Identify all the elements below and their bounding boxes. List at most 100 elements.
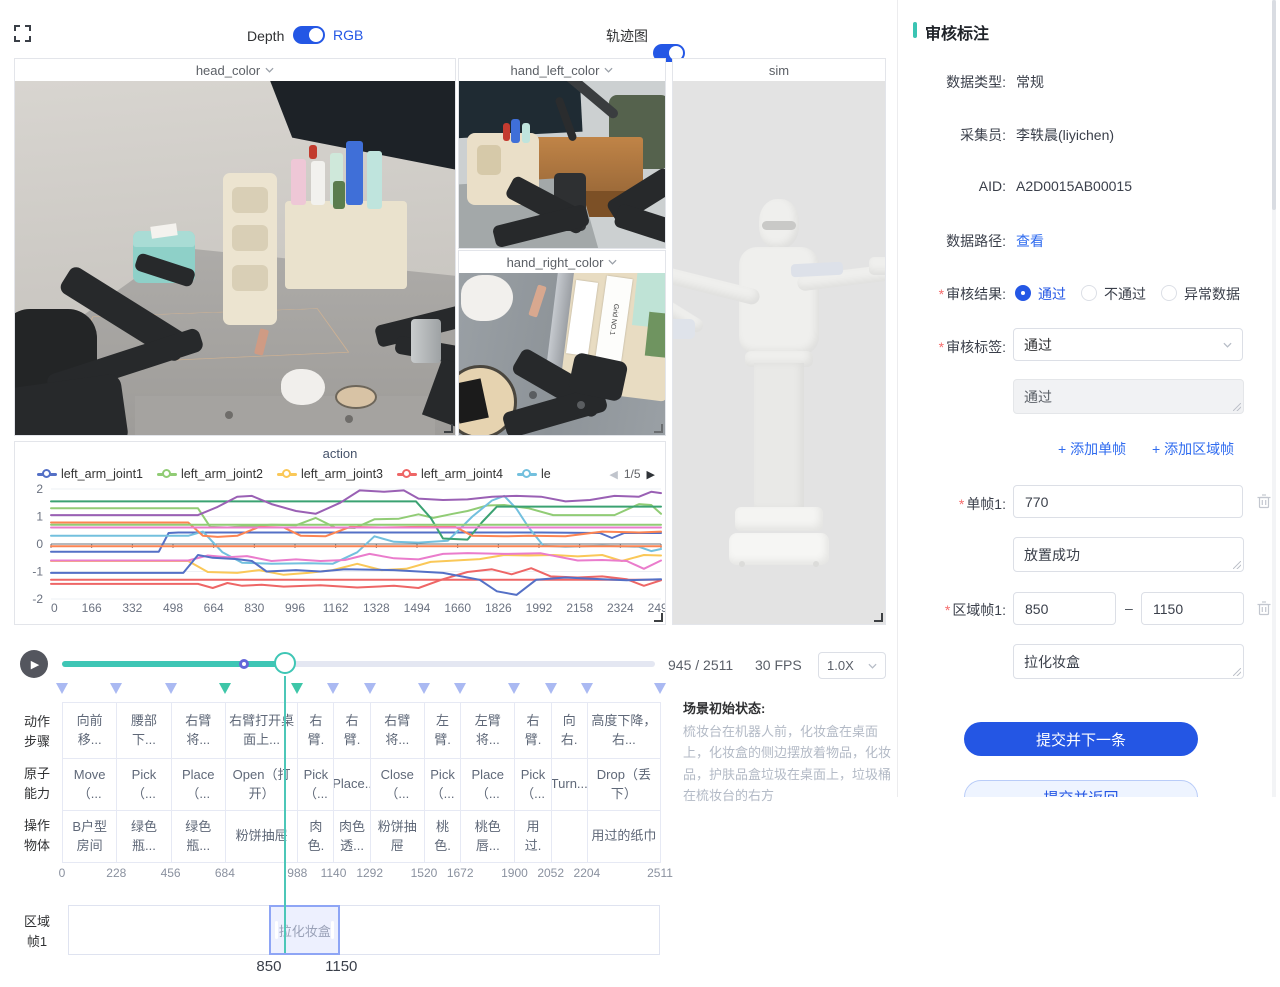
step-cell-r2-c6[interactable]: 粉饼抽屉 xyxy=(371,811,425,863)
step-cell-r0-c2[interactable]: 右臂将... xyxy=(172,703,226,759)
tag-note-textarea[interactable]: 通过 xyxy=(1013,379,1244,414)
timeline-marker-1672[interactable] xyxy=(454,683,466,694)
collector-label: 采集员: xyxy=(906,125,1006,145)
step-cell-r2-c11[interactable]: 用过的纸巾 xyxy=(588,811,661,863)
step-cell-r2-c5[interactable]: 肉色透... xyxy=(334,811,370,863)
step-cell-r0-c3[interactable]: 右臂打开桌面上... xyxy=(226,703,298,759)
head-resize-handle[interactable] xyxy=(444,424,453,433)
depth-rgb-toggle[interactable] xyxy=(293,26,325,44)
step-cell-r1-c0[interactable]: Move（... xyxy=(63,759,117,811)
step-cell-r0-c10[interactable]: 向右. xyxy=(552,703,588,759)
timeline-marker-1140[interactable] xyxy=(327,683,339,694)
region-end-value: 1150 xyxy=(325,958,357,975)
right-panel-scrollbar[interactable] xyxy=(1272,0,1276,797)
hand-left-camera-header[interactable]: hand_left_color xyxy=(459,59,665,81)
tag-select[interactable]: 通过 xyxy=(1013,328,1243,361)
delete-region-frame-icon[interactable] xyxy=(1256,600,1272,616)
timeline-marker-2511[interactable] xyxy=(654,683,666,694)
chart-resize-handle[interactable] xyxy=(654,613,663,622)
legend-item-left_arm_joint4[interactable]: left_arm_joint4 xyxy=(397,467,503,481)
step-cell-r0-c0[interactable]: 向前移... xyxy=(63,703,117,759)
speed-select[interactable]: 1.0X xyxy=(818,652,886,679)
submit-back-button[interactable]: 提交并返回 xyxy=(964,780,1198,797)
timeline-marker-1900[interactable] xyxy=(508,683,520,694)
step-cell-r2-c1[interactable]: 绿色瓶... xyxy=(117,811,171,863)
step-cell-r0-c7[interactable]: 左臂. xyxy=(425,703,461,759)
timeline-marker-2052[interactable] xyxy=(545,683,557,694)
step-cell-r1-c5[interactable]: Place.. xyxy=(334,759,370,811)
legend-next-icon[interactable]: ▶ xyxy=(647,468,655,481)
radio-pass-label[interactable]: 通过 xyxy=(1038,284,1066,304)
step-cell-r0-c4[interactable]: 右臂. xyxy=(298,703,334,759)
review-panel-title: 审核标注 xyxy=(925,20,989,44)
step-cell-r1-c8[interactable]: Place（... xyxy=(461,759,515,811)
timeline-marker-684[interactable] xyxy=(219,683,231,694)
single-frame-dot[interactable] xyxy=(239,659,249,669)
legend-item-left_arm_joint1[interactable]: left_arm_joint1 xyxy=(37,467,143,481)
step-cell-r2-c4[interactable]: 肉色. xyxy=(298,811,334,863)
timeline-marker-456[interactable] xyxy=(165,683,177,694)
timeline-marker-2204[interactable] xyxy=(581,683,593,694)
region-start-input[interactable]: 850 xyxy=(1013,592,1116,625)
region-note-textarea[interactable]: 拉化妆盒 xyxy=(1013,644,1244,679)
hand-right-camera-header[interactable]: hand_right_color xyxy=(459,251,665,273)
legend-item-le[interactable]: le xyxy=(517,467,551,481)
timeline-marker-1520[interactable] xyxy=(418,683,430,694)
play-button[interactable]: ▶ xyxy=(20,650,48,678)
svg-text:498: 498 xyxy=(163,601,183,615)
radio-fail[interactable] xyxy=(1081,285,1097,301)
single-frame-note-textarea[interactable]: 放置成功 xyxy=(1013,537,1244,572)
step-cell-r1-c9[interactable]: Pick（... xyxy=(515,759,551,811)
fullscreen-icon[interactable] xyxy=(14,25,31,42)
region-segment[interactable]: 拉化妆盒 xyxy=(269,905,340,955)
hand-right-resize-handle[interactable] xyxy=(654,424,663,433)
legend-item-left_arm_joint2[interactable]: left_arm_joint2 xyxy=(157,467,263,481)
step-cell-r2-c3[interactable]: 粉饼抽屉 xyxy=(226,811,298,863)
timeline-marker-988[interactable] xyxy=(291,683,303,694)
step-cell-r1-c2[interactable]: Place（... xyxy=(172,759,226,811)
step-cell-r0-c8[interactable]: 左臂将... xyxy=(461,703,515,759)
region-right-handle[interactable] xyxy=(331,921,334,939)
step-cell-r1-c3[interactable]: Open（打开） xyxy=(226,759,298,811)
step-cell-r1-c7[interactable]: Pick（... xyxy=(425,759,461,811)
axis-label-2511: 2511 xyxy=(646,866,674,880)
head-camera-header[interactable]: head_color xyxy=(15,59,455,81)
timeline-marker-1292[interactable] xyxy=(364,683,376,694)
timeline-handle[interactable] xyxy=(274,652,296,674)
step-cell-r0-c9[interactable]: 右臂. xyxy=(515,703,551,759)
radio-fail-label[interactable]: 不通过 xyxy=(1104,284,1146,304)
timeline-marker-0[interactable] xyxy=(56,683,68,694)
step-cell-r0-c5[interactable]: 右臂. xyxy=(334,703,370,759)
step-cell-r2-c9[interactable]: 用过. xyxy=(515,811,551,863)
step-cell-r0-c6[interactable]: 右臂将... xyxy=(371,703,425,759)
legend-prev-icon[interactable]: ◀ xyxy=(609,468,617,481)
region-left-handle[interactable] xyxy=(275,921,278,939)
step-cell-r0-c11[interactable]: 高度下降，右... xyxy=(588,703,661,759)
single-frame-input[interactable]: 770 xyxy=(1013,485,1243,518)
step-cell-r2-c10[interactable] xyxy=(552,811,588,863)
radio-abnormal[interactable] xyxy=(1161,285,1177,301)
timeline-marker-228[interactable] xyxy=(110,683,122,694)
step-cell-r2-c0[interactable]: B户型房间 xyxy=(63,811,117,863)
add-region-frame-link[interactable]: + 添加区域帧 xyxy=(1152,439,1234,459)
radio-abnormal-label[interactable]: 异常数据 xyxy=(1184,284,1240,304)
step-cell-r1-c1[interactable]: Pick（... xyxy=(117,759,171,811)
step-cell-r1-c11[interactable]: Drop（丢下） xyxy=(588,759,661,811)
radio-pass[interactable] xyxy=(1015,285,1031,301)
step-cell-r1-c10[interactable]: Turn... xyxy=(552,759,588,811)
step-cell-r1-c6[interactable]: Close（... xyxy=(371,759,425,811)
step-cell-r2-c8[interactable]: 桃色唇... xyxy=(461,811,515,863)
submit-next-button[interactable]: 提交并下一条 xyxy=(964,722,1198,756)
legend-item-left_arm_joint3[interactable]: left_arm_joint3 xyxy=(277,467,383,481)
step-cell-r2-c7[interactable]: 桃色. xyxy=(425,811,461,863)
sim-resize-handle[interactable] xyxy=(874,613,883,622)
data-path-link[interactable]: 查看 xyxy=(1016,231,1044,251)
steps-table: 向前移...腰部下...右臂将...右臂打开桌面上...右臂.右臂.右臂将...… xyxy=(62,702,661,863)
step-cell-r2-c2[interactable]: 绿色瓶... xyxy=(172,811,226,863)
delete-single-frame-icon[interactable] xyxy=(1256,493,1272,509)
step-cell-r1-c4[interactable]: Pick（... xyxy=(298,759,334,811)
region-track-bar[interactable]: 拉化妆盒 xyxy=(68,905,660,955)
add-single-frame-link[interactable]: + 添加单帧 xyxy=(1058,439,1126,459)
step-cell-r0-c1[interactable]: 腰部下... xyxy=(117,703,171,759)
region-end-input[interactable]: 1150 xyxy=(1141,592,1244,625)
